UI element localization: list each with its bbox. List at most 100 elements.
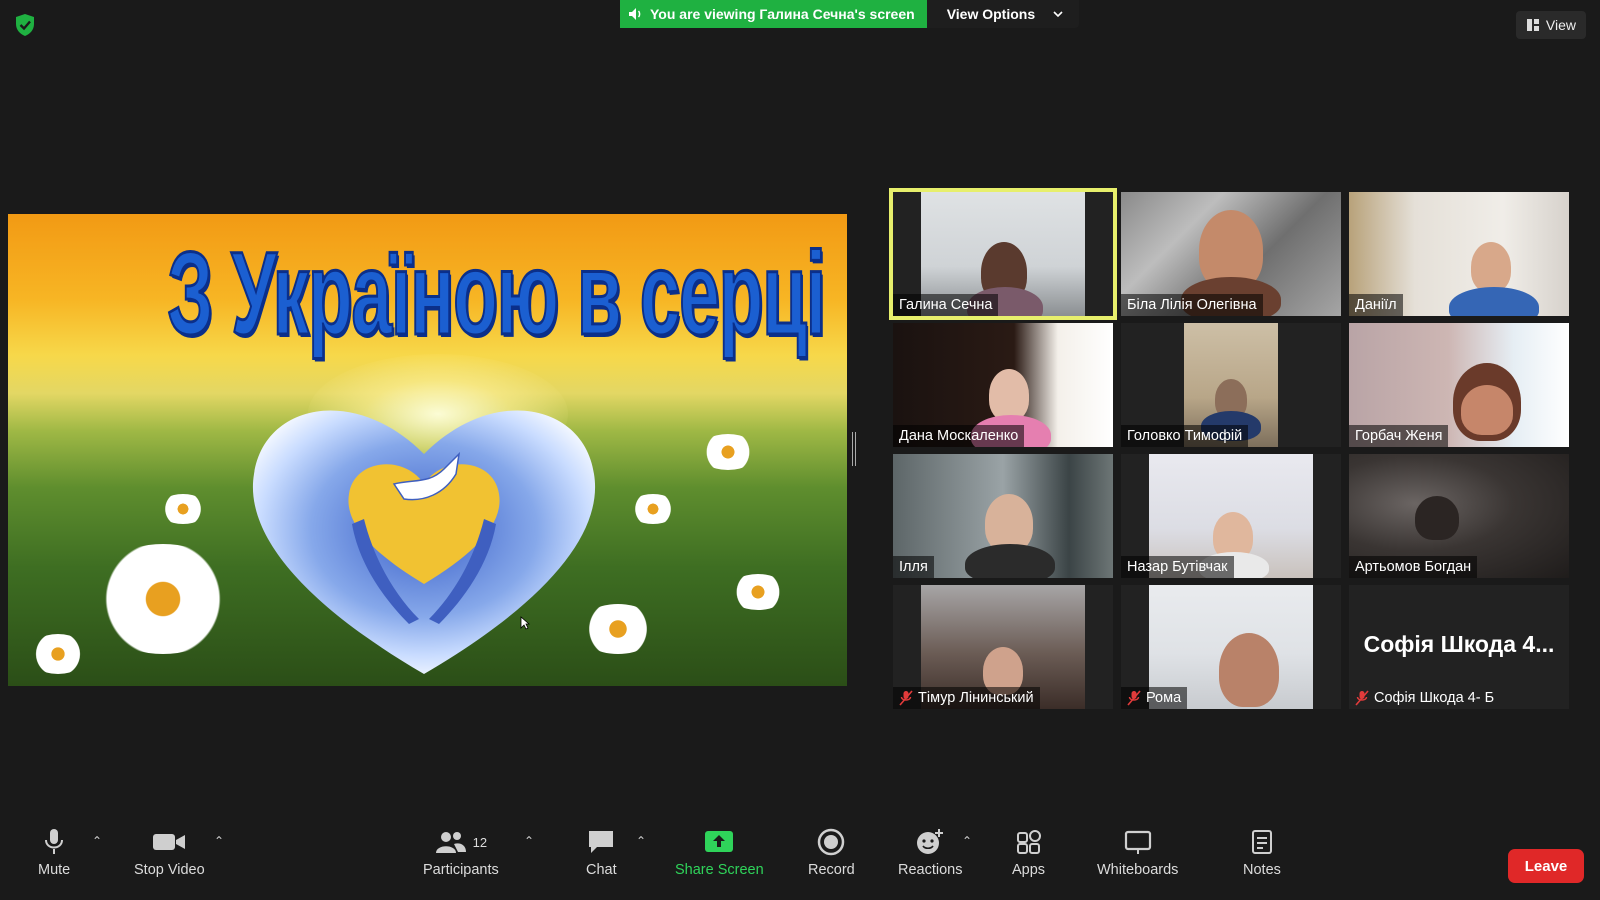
participant-avatar <box>1219 633 1279 707</box>
audio-options-chevron[interactable]: ⌃ <box>92 834 102 848</box>
participant-name-label: Головко Тимофій <box>1121 425 1249 447</box>
participant-avatar <box>1415 496 1459 540</box>
participant-avatar <box>1471 242 1511 292</box>
participant-tile[interactable]: Галина Сечна <box>889 188 1117 320</box>
smiley-plus-icon <box>917 829 944 854</box>
participant-tile[interactable]: Артьомов Богдан <box>1349 454 1569 578</box>
chevron-down-icon <box>1053 11 1063 18</box>
participant-gallery: Галина Сечна Біла Лілія Олегівна Даніїл … <box>889 188 1569 709</box>
muted-mic-icon <box>1127 690 1141 706</box>
participant-name: Назар Бутівчак <box>1127 559 1228 575</box>
participant-tile[interactable]: Головко Тимофій <box>1121 323 1341 447</box>
participants-options-chevron[interactable]: ⌃ <box>524 834 534 848</box>
participant-name: Рома <box>1146 690 1182 706</box>
viewing-indicator: You are viewing Галина Сечна's screen <box>620 0 927 28</box>
shared-screen[interactable]: З Україною в серці <box>8 214 847 686</box>
mute-button[interactable]: Mute <box>38 828 70 878</box>
notes-button[interactable]: Notes <box>1243 828 1281 878</box>
participant-tile[interactable]: Біла Лілія Олегівна <box>1121 192 1341 316</box>
view-options-button[interactable]: View Options <box>926 0 1080 28</box>
security-shield-icon[interactable] <box>14 13 36 37</box>
share-screen-label: Share Screen <box>675 862 764 878</box>
participant-name: Даніїл <box>1355 297 1397 313</box>
meeting-toolbar: Mute ⌃ Stop Video ⌃ 12 Participants ⌃ Ch… <box>0 812 1600 900</box>
daisy-image <box>698 434 758 470</box>
record-button[interactable]: Record <box>808 828 855 878</box>
chat-button[interactable]: Chat <box>586 828 617 878</box>
record-label: Record <box>808 862 855 878</box>
participant-display-name: Софія Шкода 4... <box>1363 631 1555 657</box>
screen-share-banner: You are viewing Галина Сечна's screen Vi… <box>620 0 1080 28</box>
stop-video-button[interactable]: Stop Video <box>134 828 205 878</box>
record-icon <box>818 828 845 856</box>
participant-name: Головко Тимофій <box>1127 428 1243 444</box>
participant-tile[interactable]: Назар Бутівчак <box>1121 454 1341 578</box>
notes-label: Notes <box>1243 862 1281 878</box>
participant-avatar <box>989 369 1029 421</box>
daisy-image <box>158 494 208 524</box>
chat-options-chevron[interactable]: ⌃ <box>636 834 646 848</box>
share-screen-button[interactable]: Share Screen <box>675 828 764 878</box>
participant-name: Горбач Женя <box>1355 428 1443 444</box>
notes-icon <box>1251 830 1272 854</box>
leave-button[interactable]: Leave <box>1508 849 1584 883</box>
daisy-image <box>28 634 88 674</box>
participant-tile[interactable]: Дана Москаленко <box>893 323 1113 447</box>
participant-name-label: Тімур Лінинський <box>893 687 1040 709</box>
participant-name-label: Артьомов Богдан <box>1349 556 1478 578</box>
participant-tile[interactable]: Горбач Женя <box>1349 323 1569 447</box>
viewing-text: You are viewing Галина Сечна's screen <box>650 6 915 22</box>
apps-button[interactable]: Apps <box>1012 828 1045 878</box>
mouse-cursor-icon <box>520 616 530 630</box>
participant-name-label: Ілля <box>893 556 934 578</box>
apps-icon <box>1016 830 1041 854</box>
video-options-chevron[interactable]: ⌃ <box>214 834 224 848</box>
participants-button[interactable]: 12 Participants <box>423 828 499 878</box>
participant-name-label: Дана Москаленко <box>893 425 1025 447</box>
apps-label: Apps <box>1012 862 1046 878</box>
participant-tile[interactable]: Ілля <box>893 454 1113 578</box>
participant-tile[interactable]: Тімур Лінинський <box>893 585 1113 709</box>
participant-name: Ілля <box>899 559 928 575</box>
whiteboards-button[interactable]: Whiteboards <box>1097 828 1178 878</box>
muted-mic-icon <box>1355 690 1369 706</box>
mute-label: Mute <box>38 862 71 878</box>
daisy-image <box>88 544 238 654</box>
video-camera-icon <box>153 834 186 850</box>
stop-video-label: Stop Video <box>134 862 205 878</box>
grid-view-icon <box>1526 19 1539 31</box>
participant-tile[interactable]: Даніїл <box>1349 192 1569 316</box>
view-options-label: View Options <box>946 6 1036 22</box>
participant-name: Біла Лілія Олегівна <box>1127 297 1257 313</box>
panel-resize-handle[interactable] <box>852 432 856 466</box>
participant-name: Софія Шкода 4- Б <box>1374 690 1495 706</box>
participant-name-label: Назар Бутівчак <box>1121 556 1234 578</box>
participant-avatar <box>965 544 1055 578</box>
heart-dove-image <box>252 410 596 674</box>
chat-label: Chat <box>586 862 617 878</box>
participant-tile[interactable]: Софія Шкода 4... Софія Шкода 4- Б <box>1349 585 1569 709</box>
participants-icon <box>435 832 466 853</box>
participant-name-label: Біла Лілія Олегівна <box>1121 294 1263 316</box>
reactions-label: Reactions <box>898 862 963 878</box>
participant-avatar <box>1461 385 1513 435</box>
slide-title: З Україною в серці <box>166 227 827 362</box>
reactions-options-chevron[interactable]: ⌃ <box>962 834 972 848</box>
reactions-button[interactable]: Reactions <box>898 828 962 878</box>
participant-tile[interactable]: Рома <box>1121 585 1341 709</box>
daisy-image <box>728 574 788 610</box>
view-label: View <box>1545 17 1576 33</box>
participant-name: Артьомов Богдан <box>1355 559 1472 575</box>
participant-name-label: Даніїл <box>1349 294 1403 316</box>
speaker-icon <box>629 8 641 20</box>
participant-name: Тімур Лінинський <box>918 690 1034 706</box>
participant-name-label: Софія Шкода 4- Б <box>1349 687 1500 709</box>
chat-bubble-icon <box>589 831 614 853</box>
participant-name-label: Галина Сечна <box>893 294 999 316</box>
view-layout-button[interactable]: View <box>1515 11 1586 39</box>
microphone-icon <box>45 829 64 854</box>
participant-name: Дана Москаленко <box>899 428 1019 444</box>
participants-icon-group: 12 <box>435 828 487 856</box>
daisy-image <box>628 494 678 524</box>
participant-name-label: Горбач Женя <box>1349 425 1449 447</box>
